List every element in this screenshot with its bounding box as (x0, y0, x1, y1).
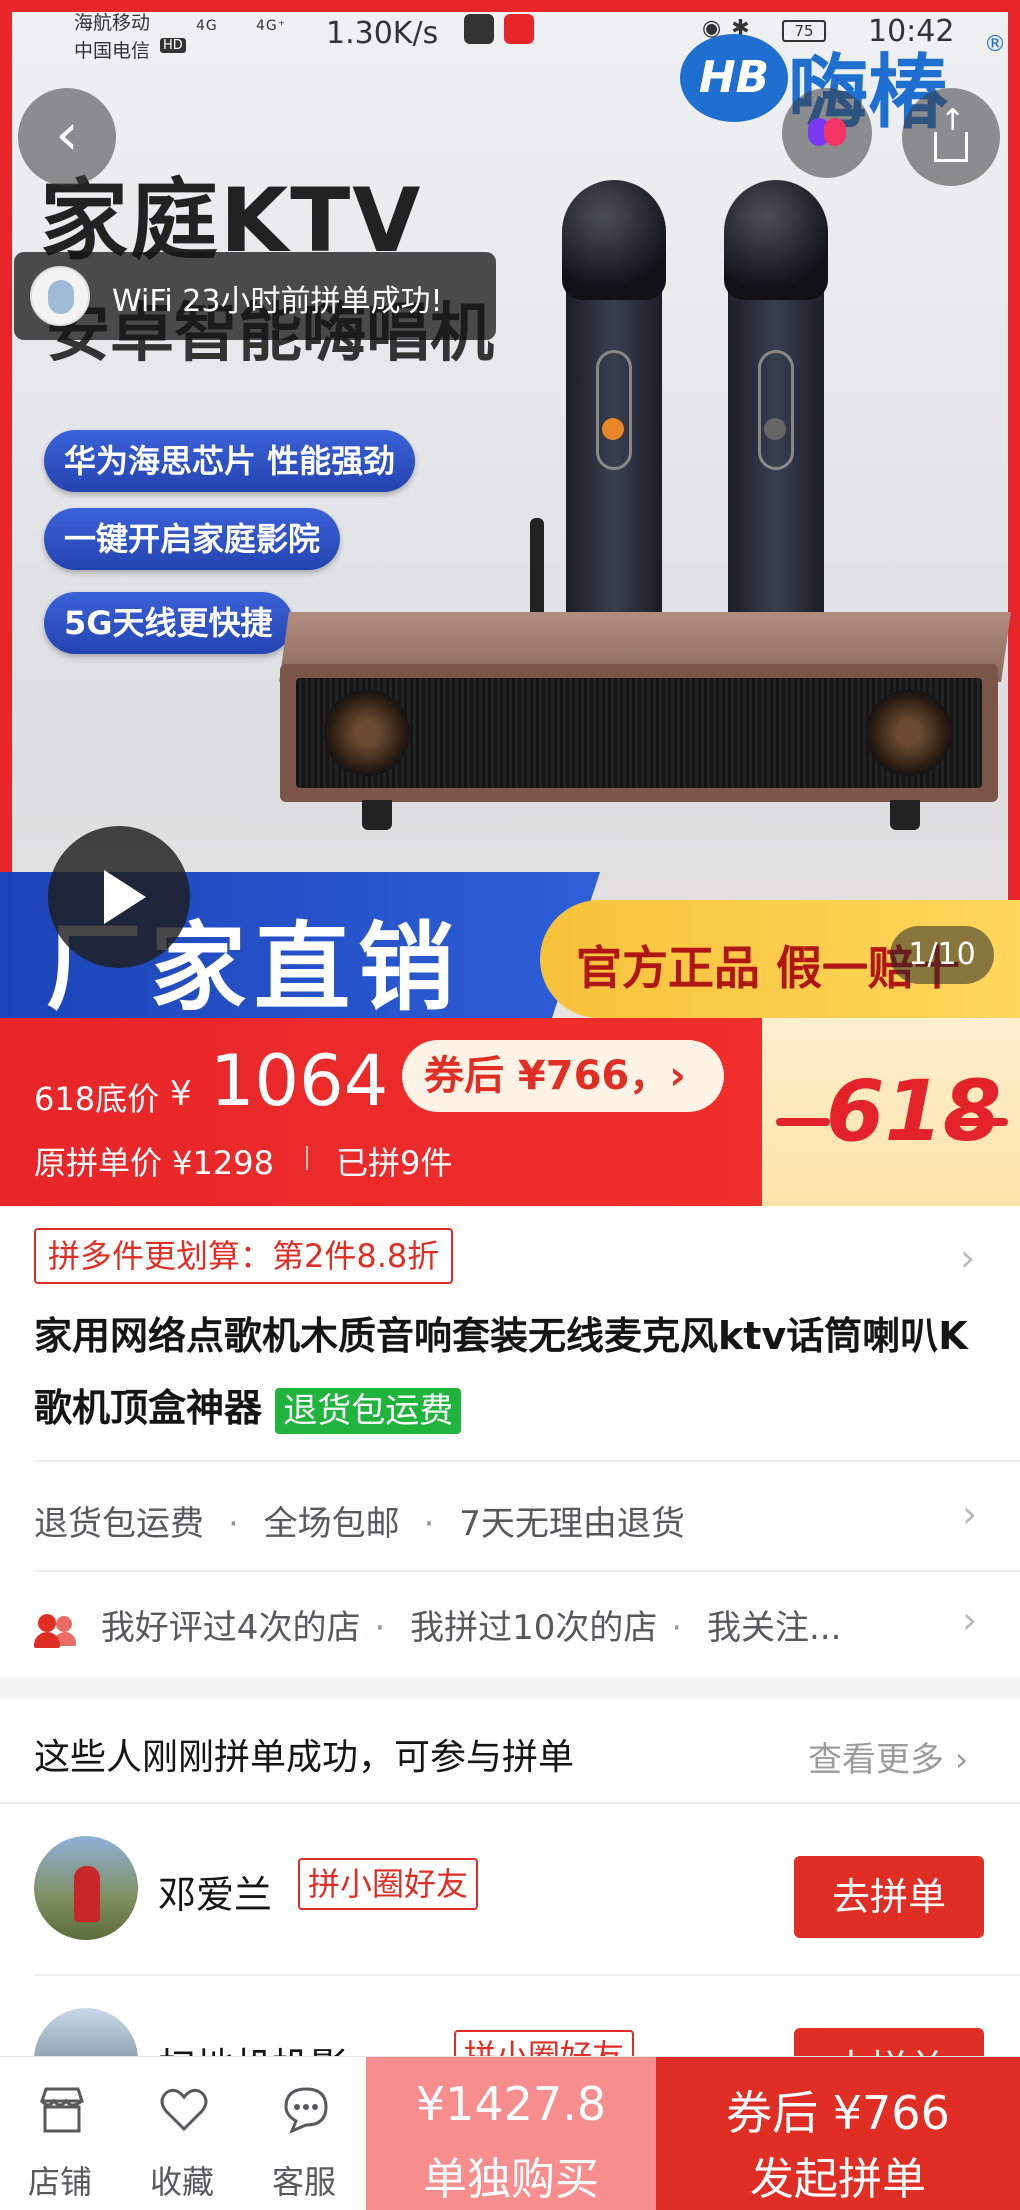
divider (0, 1802, 1020, 1804)
group-price: 券后 ¥766 (726, 2086, 950, 2140)
currency-symbol: ¥ (170, 1074, 192, 1114)
shop-relation-item: 我好评过4次的店 (100, 1608, 361, 1648)
price-label: 618底价 (34, 1080, 160, 1118)
hd-badge: HD (160, 38, 186, 53)
app-notification-icon (464, 14, 494, 44)
share-button[interactable]: ↑ (902, 88, 1000, 186)
product-title: 家用网络点歌机木质音响套装无线麦克风ktv话筒喇叭K歌机顶盒神器 退货包运费 (34, 1300, 994, 1444)
group-member-row: 邓爱兰 拼小圈好友 去拼单 (0, 1818, 1020, 1958)
registered-mark: ® (984, 32, 1006, 57)
buy-alone-button[interactable]: ¥1427.8 单独购买 (366, 2057, 656, 2210)
signal-icon-1: 4G (196, 18, 218, 34)
price-value: 1064 (210, 1040, 389, 1122)
multi-buy-promo[interactable]: 拼多件更划算：第2件8.8折 (34, 1228, 454, 1284)
people-icon (34, 1612, 78, 1648)
sold-count: 已拼9件 (336, 1144, 453, 1182)
feature-pill-3: 5G天线更快捷 (44, 592, 293, 654)
store-tab[interactable]: 店铺 (0, 2057, 120, 2210)
divider (34, 1974, 1020, 1976)
customer-service-tab-label: 客服 (271, 2163, 336, 2201)
view-more-link[interactable]: 查看更多 › (808, 1732, 968, 1781)
618-badge-text: 618 (826, 1062, 1002, 1160)
view-more-text: 查看更多 (808, 1740, 944, 1780)
service-item: 7天无理由退货 (459, 1504, 685, 1544)
customer-service-tab[interactable]: 客服 (244, 2057, 364, 2210)
store-icon (39, 2087, 85, 2133)
signal-icon-2: 4G⁺ (256, 18, 287, 34)
favorite-tab-label: 收藏 (149, 2163, 214, 2201)
chevron-right-icon[interactable]: › (962, 1598, 977, 1642)
friend-tag: 拼小圈好友 (298, 1858, 479, 1910)
buy-alone-label: 单独购买 (423, 2154, 599, 2205)
console-foot (890, 800, 920, 830)
service-item: 退货包运费 (34, 1504, 204, 1544)
chevron-right-icon[interactable]: › (960, 1236, 975, 1280)
divider (34, 1570, 1020, 1572)
feature-pill-2: 一键开启家庭影院 (44, 508, 341, 570)
toast-avatar (30, 266, 90, 326)
free-return-tag: 退货包运费 (275, 1387, 462, 1434)
service-row[interactable]: 退货包运费 · 全场包邮 · 7天无理由退货 (34, 1496, 695, 1545)
up-arrow-icon: ↑ (940, 103, 966, 138)
image-counter: 1/10 (890, 926, 994, 984)
join-group-button[interactable]: 去拼单 (794, 1856, 984, 1938)
chevron-left-icon: ‹ (55, 100, 79, 168)
service-item: 全场包邮 (263, 1504, 400, 1544)
group-label: 发起拼单 (750, 2154, 926, 2205)
play-video-button[interactable] (48, 826, 190, 968)
bottom-action-bar: 店铺 收藏 客服 ¥1427.8 单独购买 券后 ¥766 发起拼单 (0, 2056, 1020, 2210)
avatar (34, 1836, 138, 1940)
price-banner: 618底价 ¥ 1064 券后 ¥766，› 原拼单价 ¥1298 已拼9件 6… (0, 1018, 1020, 1206)
pdd-notification-icon (504, 14, 534, 44)
brand-logo-mark: HB (680, 34, 788, 122)
shop-relation-item: 我关注... (706, 1608, 842, 1648)
pink-heart-icon (824, 118, 846, 146)
start-group-button[interactable]: 券后 ¥766 发起拼单 (656, 2057, 1020, 2210)
carrier-label-2: 中国电信 (74, 40, 151, 62)
microphone-right (724, 180, 828, 622)
heart-icon (160, 2088, 208, 2132)
618-badge: 618 (762, 1018, 1020, 1206)
back-button[interactable]: ‹ (18, 88, 116, 186)
product-title-text: 家用网络点歌机木质音响套装无线麦克风ktv话筒喇叭K歌机顶盒神器 (34, 1314, 968, 1430)
section-gap (0, 1678, 1020, 1698)
play-icon (104, 870, 146, 924)
shop-relation-item: 我拼过10次的店 (410, 1608, 658, 1648)
store-tab-label: 店铺 (27, 2163, 92, 2201)
divider (34, 1460, 1020, 1462)
product-image-carousel[interactable]: 海航移动 中国电信 HD 4G 4G⁺ 1.30K/s ◉✱ 75 10:42 … (0, 0, 1020, 1018)
chevron-right-icon[interactable]: › (962, 1492, 977, 1536)
divider (306, 1146, 308, 1170)
toast-text: WiFi 23小时前拼单成功! (112, 284, 443, 319)
console-front (280, 664, 998, 802)
member-name: 邓爱兰 (158, 1873, 273, 1917)
carrier-label-1: 海航移动 (74, 12, 151, 34)
feature-pill-1: 华为海思芯片 性能强劲 (44, 430, 416, 492)
favorite-share-button[interactable] (782, 88, 872, 178)
group-section-title: 这些人刚刚拼单成功，可参与拼单 (34, 1737, 575, 1778)
original-price: 原拼单价 ¥1298 (34, 1144, 274, 1182)
chat-icon (284, 2087, 328, 2134)
shop-relation-row[interactable]: 我好评过4次的店 · 我拼过10次的店 · 我关注... (34, 1600, 841, 1649)
favorite-tab[interactable]: 收藏 (122, 2057, 242, 2210)
network-speed: 1.30K/s (326, 16, 439, 51)
buy-alone-price: ¥1427.8 (415, 2077, 607, 2131)
microphone-left (562, 180, 666, 622)
console-foot (362, 800, 392, 830)
coupon-button[interactable]: 券后 ¥766，› (402, 1040, 724, 1112)
group-success-toast: WiFi 23小时前拼单成功! (14, 252, 496, 340)
